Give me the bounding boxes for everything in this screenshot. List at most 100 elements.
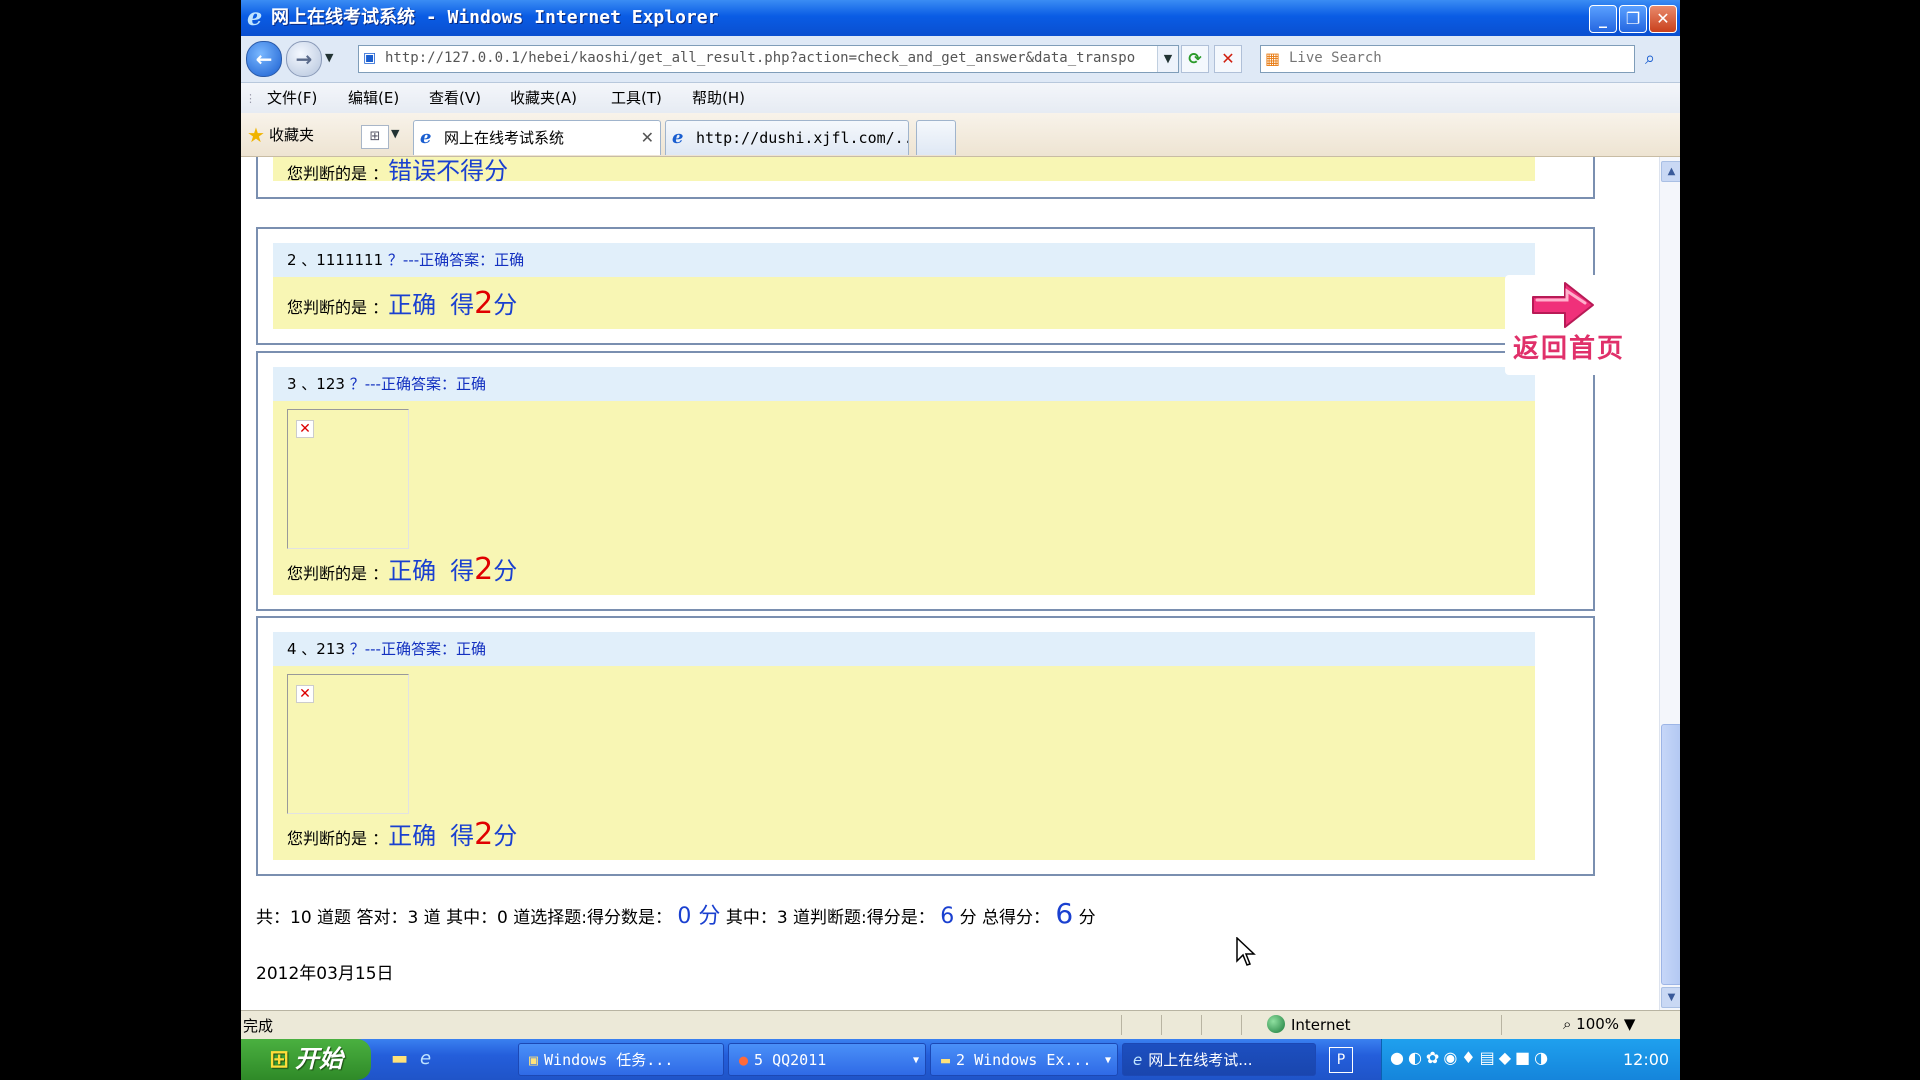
vertical-scrollbar[interactable]: ▲ ▼: [1659, 157, 1680, 1010]
question-number: 3 、123: [287, 375, 345, 393]
scroll-up-icon[interactable]: ▲: [1661, 161, 1680, 182]
menu-edit[interactable]: 编辑(E): [348, 87, 399, 109]
status-separator: [1201, 1015, 1202, 1035]
correct-answer: ？---正确答案：正确: [387, 251, 525, 269]
magnifier-icon: ⌕: [1563, 1015, 1577, 1033]
answer-area: ✕ 您判断的是 ：正确 得2分: [273, 401, 1535, 595]
search-input[interactable]: [1289, 48, 1589, 68]
folder-icon[interactable]: ▬: [391, 1048, 408, 1069]
broken-image: ✕: [287, 409, 409, 549]
menu-bar: ⋮ 文件(F) 编辑(E) 查看(V) 收藏夹(A) 工具(T) 帮助(H): [241, 83, 1680, 113]
taskbar-item-active[interactable]: e 网上在线考试...: [1122, 1043, 1316, 1076]
score-points: 2: [474, 552, 494, 587]
minimize-button[interactable]: _: [1589, 5, 1617, 33]
refresh-button[interactable]: ⟳: [1181, 45, 1209, 73]
total-score: 6: [1055, 897, 1074, 930]
judge-score: 6: [940, 904, 955, 929]
menu-favorites[interactable]: 收藏夹(A): [510, 87, 577, 109]
tray-icons[interactable]: ●◐✿◉♦▤◆■◑: [1390, 1048, 1552, 1067]
history-dropdown-icon[interactable]: ▼: [325, 51, 333, 64]
judge-line: 您判断的是 ：正确 得2分: [287, 286, 518, 321]
tab-exam-system[interactable]: e 网上在线考试系统 ✕: [413, 120, 661, 155]
judge-result: 错误不得分: [388, 157, 509, 185]
judge-result: 正确: [388, 557, 437, 585]
question-header: 3 、123 ？---正确答案：正确: [273, 367, 1535, 401]
start-button[interactable]: ⊞ 开始: [241, 1039, 371, 1080]
score-summary: 共：10 道题 答对：3 道 其中：0 道选择题:得分数是： 0 分 其中：3 …: [256, 897, 1096, 930]
broken-image-icon: ✕: [296, 685, 314, 703]
exam-date: 2012年03月15日: [256, 964, 394, 984]
live-search-logo-icon: ▦: [1265, 49, 1281, 68]
address-toolbar: ← → ▼ ▣ ▼ ⟳ ✕ ▦ ⌕: [241, 36, 1680, 83]
close-button[interactable]: ✕: [1649, 5, 1677, 33]
question-header: 2 、1111111 ？---正确答案：正确: [273, 243, 1535, 277]
page-content: 您判断的是 ：错误不得分 2 、1111111 ？---正确答案：正确 您判断的…: [241, 157, 1659, 1010]
ime-indicator[interactable]: P: [1329, 1047, 1353, 1073]
choice-score: 0 分: [677, 904, 721, 929]
question-card: 3 、123 ？---正确答案：正确 ✕ 您判断的是 ：正确 得2分: [256, 351, 1595, 611]
score-points: 2: [474, 817, 494, 852]
scroll-thumb[interactable]: [1661, 724, 1680, 985]
return-home-link[interactable]: 返回首页: [1505, 275, 1629, 375]
taskbar-item[interactable]: ▬ 2 Windows Ex... ▼: [930, 1043, 1118, 1076]
windows-flag-icon: ⊞: [268, 1045, 290, 1073]
address-field: ▣ ▼: [358, 45, 1179, 73]
ie-tab-icon: e: [420, 127, 432, 148]
star-icon: ★: [247, 123, 265, 147]
quick-launch: ▬ e: [391, 1048, 443, 1069]
question-card: 4 、213 ？---正确答案：正确 ✕ 您判断的是 ：正确 得2分: [256, 616, 1595, 876]
taskbar-item[interactable]: ▣ Windows 任务...: [518, 1043, 724, 1076]
clock: 12:00: [1623, 1050, 1670, 1069]
judge-result: 正确: [388, 291, 437, 319]
ie-tab-icon: e: [672, 127, 684, 148]
tab-bar: ★ 收藏夹 ⊞ ▼ e 网上在线考试系统 ✕ e http://dushi.xjfl.…: [241, 113, 1680, 157]
menu-view[interactable]: 查看(V): [429, 87, 481, 109]
status-text: 完成: [243, 1017, 274, 1035]
group-dropdown-icon: ▼: [1104, 1055, 1111, 1066]
maximize-button[interactable]: ❐: [1619, 5, 1647, 33]
broken-image: ✕: [287, 674, 409, 814]
favorites-button[interactable]: ★ 收藏夹: [247, 123, 314, 147]
broken-image-icon: ✕: [296, 420, 314, 438]
url-dropdown-icon[interactable]: ▼: [1157, 46, 1178, 72]
answer-area: ✕ 您判断的是 ：正确 得2分: [273, 666, 1535, 860]
folder-icon: ▬: [941, 1051, 951, 1069]
back-button[interactable]: ←: [246, 41, 282, 77]
system-tray: ●◐✿◉♦▤◆■◑ 12:00: [1381, 1039, 1680, 1080]
ie-logo-icon: e: [247, 2, 263, 31]
question-card: 您判断的是 ：错误不得分: [256, 157, 1595, 199]
status-separator: [1161, 1015, 1162, 1035]
taskbar-item[interactable]: ● 5 QQ2011 ▼: [728, 1043, 926, 1076]
correct-answer: ？---正确答案：正确: [349, 375, 486, 393]
tab-list-dropdown-icon[interactable]: ▼: [391, 127, 399, 140]
zoom-level[interactable]: ⌕ 100% ▼: [1563, 1015, 1635, 1033]
status-separator: [1121, 1015, 1122, 1035]
tab-dushi[interactable]: e http://dushi.xjfl.com/...: [665, 120, 909, 155]
stop-button[interactable]: ✕: [1214, 45, 1242, 73]
ie-quick-launch-icon[interactable]: e: [420, 1048, 431, 1069]
url-input[interactable]: [385, 48, 1145, 68]
ie-window: e 网上在线考试系统 - Windows Internet Explorer _…: [241, 0, 1680, 1080]
scroll-down-icon[interactable]: ▼: [1661, 987, 1680, 1008]
quick-tabs-icon[interactable]: ⊞: [361, 125, 389, 149]
search-field: ▦: [1260, 45, 1635, 73]
judge-line: 您判断的是 ：正确 得2分: [287, 552, 518, 587]
menu-help[interactable]: 帮助(H): [692, 87, 745, 109]
judge-result: 正确: [388, 822, 437, 850]
question-number: 4 、213: [287, 640, 345, 658]
security-zone[interactable]: Internet: [1267, 1015, 1351, 1034]
page-icon: ▣: [363, 50, 377, 66]
menu-file[interactable]: 文件(F): [267, 87, 317, 109]
new-tab-button[interactable]: [916, 120, 956, 155]
toolbar-grip-icon: ⋮: [245, 92, 256, 105]
tab-close-icon[interactable]: ✕: [641, 121, 654, 155]
correct-answer: ？---正确答案：正确: [349, 640, 486, 658]
group-dropdown-icon: ▼: [912, 1055, 919, 1066]
search-icon[interactable]: ⌕: [1636, 45, 1664, 73]
question-header: 4 、213 ？---正确答案：正确: [273, 632, 1535, 666]
answer-area: 您判断的是 ：错误不得分: [273, 157, 1535, 185]
forward-button[interactable]: →: [286, 41, 322, 77]
taskbar: ⊞ 开始 ▬ e ▣ Windows 任务... ● 5 QQ2011 ▼ ▬ 2 Wind…: [241, 1039, 1680, 1080]
menu-tools[interactable]: 工具(T): [611, 87, 662, 109]
judge-line: 您判断的是 ：正确 得2分: [287, 817, 518, 852]
